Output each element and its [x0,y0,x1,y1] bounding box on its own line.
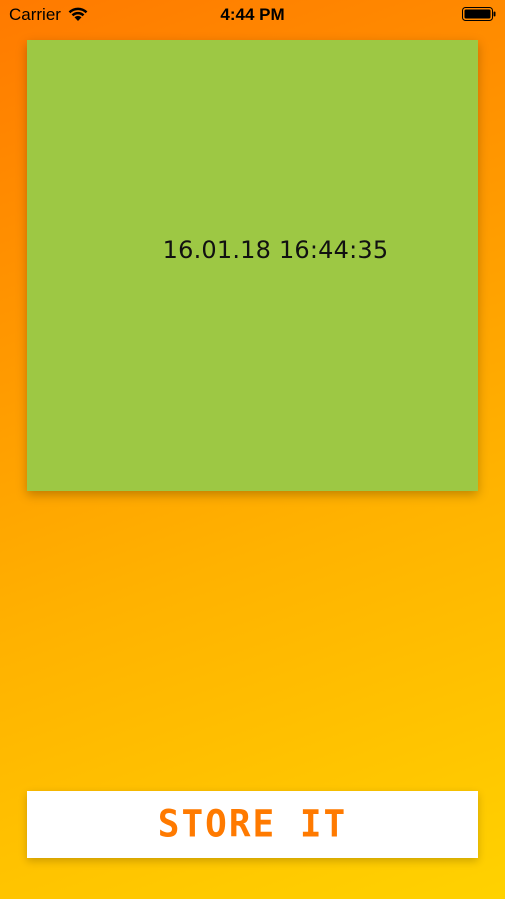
timestamp-card: 16.01.18 16:44:35 [27,40,478,491]
status-time: 4:44 PM [220,5,285,24]
timestamp-label: 16.01.18 16:44:35 [162,235,389,264]
status-bar: Carrier 4:44 PM [0,0,505,30]
store-it-button[interactable]: STORE IT [27,791,478,858]
battery-icon [462,7,496,21]
store-it-label: STORE IT [157,802,348,847]
